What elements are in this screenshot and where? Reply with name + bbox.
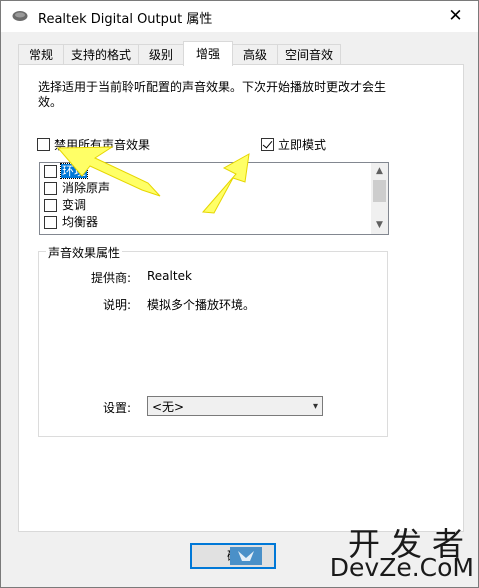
effect-label: 变调 xyxy=(62,198,87,212)
watermark-bottom: DevZe.CoM xyxy=(329,553,474,582)
immediate-mode-option[interactable]: 立即模式 xyxy=(261,136,326,153)
tab-general[interactable]: 常规 xyxy=(18,44,64,65)
tab-strip: 常规 支持的格式 级别 增强 高级 空间音效 xyxy=(18,41,458,66)
list-item[interactable]: 均衡器 xyxy=(44,214,99,231)
scroll-up-icon[interactable]: ▲ xyxy=(371,163,388,180)
title-bar: Realtek Digital Output 属性 ✕ xyxy=(1,1,478,32)
list-scrollbar[interactable]: ▲ ▼ xyxy=(371,163,388,234)
chevron-down-icon: ▾ xyxy=(312,401,318,412)
effect-properties-group: 声音效果属性 提供商: Realtek 说明: 模拟多个播放环境。 设置: <无… xyxy=(38,244,388,437)
disable-all-checkbox[interactable] xyxy=(37,138,50,151)
settings-select-value: <无> xyxy=(152,400,185,414)
properties-window: Realtek Digital Output 属性 ✕ 常规 支持的格式 级别 … xyxy=(0,0,479,588)
disable-all-label: 禁用所有声音效果 xyxy=(54,138,151,152)
settings-select[interactable]: <无> ▾ xyxy=(147,396,323,416)
tab-enhancements[interactable]: 增强 xyxy=(183,41,233,66)
effect-label: 均衡器 xyxy=(62,215,99,229)
effect-label: 消除原声 xyxy=(62,181,111,195)
immediate-mode-label: 立即模式 xyxy=(278,138,327,152)
scroll-down-icon[interactable]: ▼ xyxy=(371,217,388,234)
list-item[interactable]: 环境 xyxy=(44,163,89,180)
watermark: 开发者 DevZe.CoM xyxy=(322,519,474,583)
group-title: 声音效果属性 xyxy=(46,244,123,261)
provider-value: Realtek xyxy=(147,269,192,283)
effect-checkbox[interactable] xyxy=(44,182,57,195)
scroll-thumb[interactable] xyxy=(373,180,386,202)
disable-all-option[interactable]: 禁用所有声音效果 xyxy=(37,136,150,153)
list-item[interactable]: 变调 xyxy=(44,197,87,214)
provider-label: 提供商: xyxy=(90,271,131,285)
window-title: Realtek Digital Output 属性 xyxy=(38,12,213,27)
enhancements-panel: 选择适用于当前聆听配置的声音效果。下次开始播放时更改才会生效。 禁用所有声音效果… xyxy=(18,64,464,532)
settings-label: 设置: xyxy=(102,401,131,415)
speaker-icon xyxy=(12,11,28,21)
cursor-overlay-icon xyxy=(230,547,262,565)
description-label: 说明: xyxy=(102,298,131,312)
tab-advanced[interactable]: 高级 xyxy=(232,44,278,65)
effect-checkbox[interactable] xyxy=(44,199,57,212)
effects-list[interactable]: 环境 消除原声 变调 均衡器 ▲ ▼ xyxy=(39,162,389,235)
tab-levels[interactable]: 级别 xyxy=(138,44,184,65)
ok-button[interactable]: 确 xyxy=(190,543,276,569)
enhancements-description: 选择适用于当前聆听配置的声音效果。下次开始播放时更改才会生效。 xyxy=(38,80,387,109)
tab-supported-formats[interactable]: 支持的格式 xyxy=(63,44,139,65)
effect-checkbox[interactable] xyxy=(44,216,57,229)
list-item[interactable]: 消除原声 xyxy=(44,180,111,197)
effect-checkbox[interactable] xyxy=(44,165,57,178)
tab-spatial-sound[interactable]: 空间音效 xyxy=(277,44,341,65)
immediate-mode-checkbox[interactable] xyxy=(261,138,274,151)
close-button[interactable]: ✕ xyxy=(433,1,478,32)
effect-label: 环境 xyxy=(59,163,89,179)
description-value: 模拟多个播放环境。 xyxy=(147,298,256,312)
